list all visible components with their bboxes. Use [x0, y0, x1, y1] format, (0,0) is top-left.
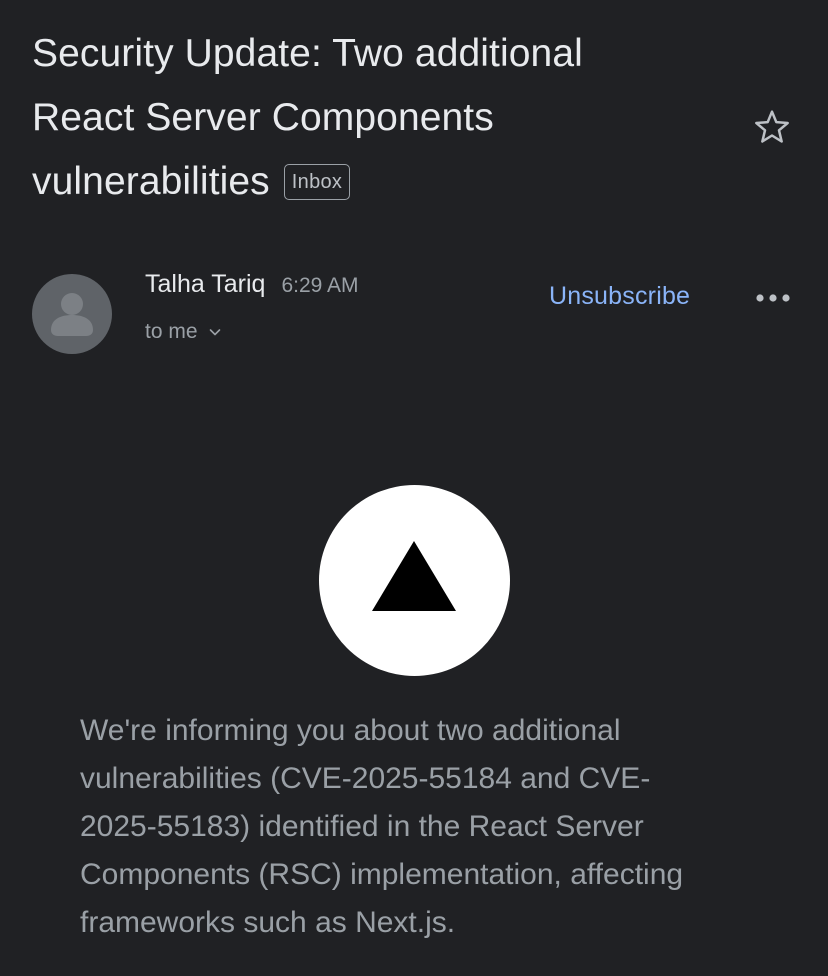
default-avatar-icon [51, 293, 93, 336]
unsubscribe-link[interactable]: Unsubscribe [549, 282, 690, 311]
body-line-4: Components (RSC) implementation, affecti… [80, 858, 684, 891]
body-line-3: 2025-55183) identified in the React Serv… [80, 810, 644, 843]
more-options-icon[interactable] [754, 286, 792, 310]
body-line-5: frameworks such as Next.js. [80, 906, 456, 939]
body-line-2: vulnerabilities (CVE-2025-55184 and CVE- [80, 762, 651, 795]
recipient-toggle[interactable]: to me [145, 320, 222, 344]
subject-line-2: React Server Components [32, 96, 494, 139]
subject-line-1: Security Update: Two additional [32, 32, 583, 75]
body-line-1: We're informing you about two additional [80, 714, 621, 747]
sender-avatar[interactable] [32, 274, 112, 354]
star-icon[interactable] [752, 107, 792, 147]
recipient-label: to me [145, 320, 198, 343]
email-subject: Security Update: Two additional React Se… [32, 22, 732, 214]
triangle-logo-icon [372, 541, 456, 611]
email-header: Security Update: Two additional React Se… [32, 22, 732, 214]
sender-line: Talha Tariq 6:29 AM [145, 270, 359, 306]
vercel-logo [319, 485, 510, 676]
chevron-down-icon [209, 329, 220, 336]
email-view: Security Update: Two additional React Se… [0, 0, 828, 976]
inbox-label-badge[interactable]: Inbox [283, 164, 351, 200]
sender-name[interactable]: Talha Tariq [145, 270, 265, 299]
email-body: We're informing you about two additional… [80, 707, 760, 947]
subject-line-3: vulnerabilities [32, 160, 270, 203]
email-time: 6:29 AM [281, 274, 359, 297]
